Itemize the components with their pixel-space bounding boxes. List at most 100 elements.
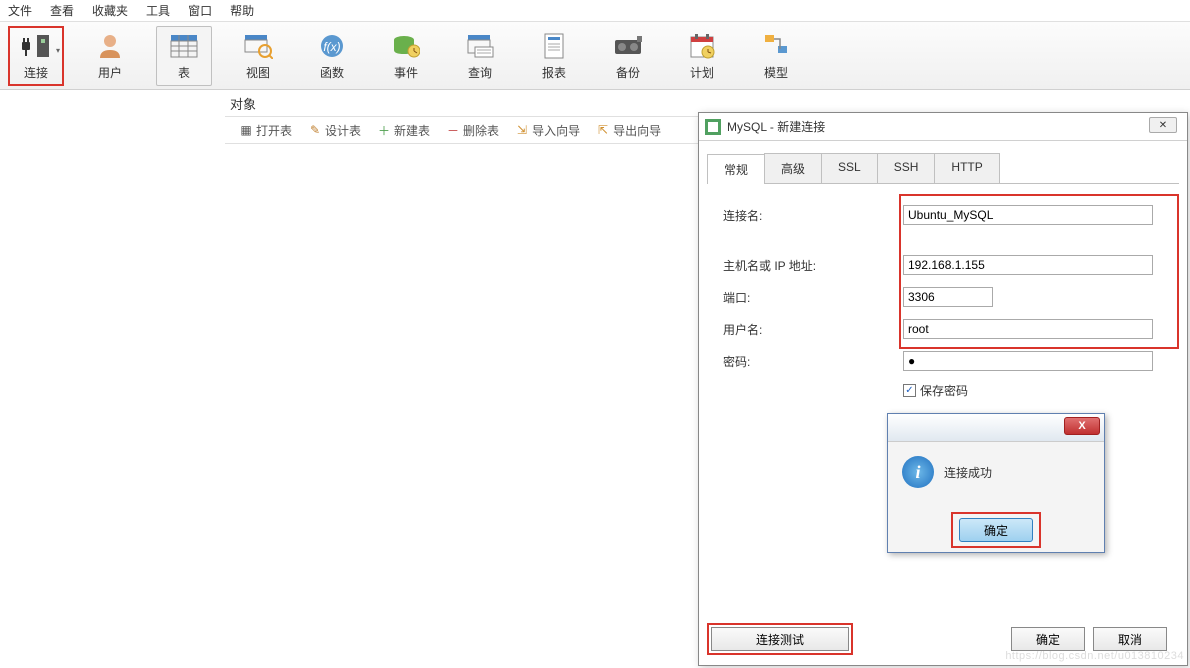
toolbar-user-label: 用户 — [98, 64, 122, 81]
objects-tab-label: 对象 — [230, 94, 256, 113]
subtool-design-table[interactable]: ✎设计表 — [302, 120, 367, 141]
toolbar-query-label: 查询 — [468, 64, 492, 81]
msgbox-text: 连接成功 — [944, 464, 992, 481]
label-host: 主机名或 IP 地址: — [723, 257, 903, 274]
subtool-label: 导入向导 — [532, 122, 580, 139]
toolbar-view[interactable]: 视图 — [230, 26, 286, 86]
plug-icon — [20, 30, 52, 62]
menu-favorites[interactable]: 收藏夹 — [92, 2, 128, 19]
input-port[interactable] — [903, 287, 993, 307]
label-password: 密码: — [723, 353, 903, 370]
delete-icon: － — [446, 123, 460, 137]
new-connection-dialog: MySQL - 新建连接 ✕ 常规 高级 SSL SSH HTTP 连接名: 主… — [698, 112, 1188, 666]
view-icon — [242, 30, 274, 62]
msgbox-footer: 确定 — [888, 508, 1104, 552]
label-port: 端口: — [723, 289, 903, 306]
toolbar-schedule-label: 计划 — [690, 64, 714, 81]
objects-tab[interactable]: 对象 — [220, 90, 266, 116]
tab-ssh[interactable]: SSH — [877, 153, 936, 183]
export-icon: ⇱ — [596, 123, 610, 137]
menu-view[interactable]: 查看 — [50, 2, 74, 19]
test-connection-button[interactable]: 连接测试 — [711, 627, 849, 651]
dialog-body: 常规 高级 SSL SSH HTTP 连接名: 主机名或 IP 地址: 端口: … — [707, 153, 1179, 409]
success-message-box: X i 连接成功 确定 — [887, 413, 1105, 553]
menu-file[interactable]: 文件 — [8, 2, 32, 19]
tab-advanced[interactable]: 高级 — [764, 153, 822, 183]
toolbar-function[interactable]: f(x) 函数 — [304, 26, 360, 86]
highlight-annotation: 确定 — [951, 512, 1041, 548]
main-toolbar: 连接 ▾ 用户 表 视图 f(x) 函数 事件 查询 — [0, 22, 1190, 90]
toolbar-report[interactable]: 报表 — [526, 26, 582, 86]
toolbar-schedule[interactable]: 计划 — [674, 26, 730, 86]
toolbar-event-label: 事件 — [394, 64, 418, 81]
toolbar-backup-label: 备份 — [616, 64, 640, 81]
toolbar-connect-label: 连接 — [24, 64, 48, 81]
mysql-icon — [705, 119, 721, 135]
subtool-export[interactable]: ⇱导出向导 — [590, 120, 667, 141]
toolbar-user[interactable]: 用户 — [82, 26, 138, 86]
table-icon — [168, 30, 200, 62]
chevron-down-icon: ▾ — [56, 46, 60, 55]
msgbox-body: i 连接成功 — [888, 442, 1104, 488]
toolbar-event[interactable]: 事件 — [378, 26, 434, 86]
function-icon: f(x) — [316, 30, 348, 62]
dialog-title-text: MySQL - 新建连接 — [727, 118, 825, 135]
toolbar-table[interactable]: 表 — [156, 26, 212, 86]
toolbar-model-label: 模型 — [764, 64, 788, 81]
info-icon: i — [902, 456, 934, 488]
toolbar-report-label: 报表 — [542, 64, 566, 81]
msgbox-ok-button[interactable]: 确定 — [959, 518, 1033, 542]
label-save-password: 保存密码 — [920, 382, 968, 399]
dialog-close-button[interactable]: ✕ — [1149, 117, 1177, 133]
tab-ssl[interactable]: SSL — [821, 153, 878, 183]
subtool-delete-table[interactable]: －删除表 — [440, 120, 505, 141]
tab-general[interactable]: 常规 — [707, 154, 765, 184]
toolbar-query[interactable]: 查询 — [452, 26, 508, 86]
highlight-annotation: 连接测试 — [707, 623, 853, 655]
menu-window[interactable]: 窗口 — [188, 2, 212, 19]
msgbox-titlebar: X — [888, 414, 1104, 442]
checkbox-save-password[interactable]: ✓ — [903, 384, 916, 397]
query-icon — [464, 30, 496, 62]
user-icon — [94, 30, 126, 62]
menu-tools[interactable]: 工具 — [146, 2, 170, 19]
dialog-titlebar: MySQL - 新建连接 ✕ — [699, 113, 1187, 141]
input-user[interactable] — [903, 319, 1153, 339]
watermark: https://blog.csdn.net/u013810234 — [1005, 650, 1184, 662]
subtool-import[interactable]: ⇲导入向导 — [509, 120, 586, 141]
form-area: 连接名: 主机名或 IP 地址: 端口: 用户名: 密码: ✓ 保存密码 — [707, 184, 1179, 409]
menubar: 文件 查看 收藏夹 工具 窗口 帮助 — [0, 0, 1190, 22]
subtool-new-table[interactable]: ＋新建表 — [371, 120, 436, 141]
msgbox-close-button[interactable]: X — [1064, 417, 1100, 435]
label-user: 用户名: — [723, 321, 903, 338]
event-icon — [390, 30, 422, 62]
input-password[interactable] — [903, 351, 1153, 371]
subtool-open-table[interactable]: ▦打开表 — [233, 120, 298, 141]
toolbar-connect[interactable]: 连接 ▾ — [8, 26, 64, 86]
dialog-tabs: 常规 高级 SSL SSH HTTP — [707, 153, 1179, 184]
subtool-label: 新建表 — [394, 122, 430, 139]
new-icon: ＋ — [377, 123, 391, 137]
schedule-icon — [686, 30, 718, 62]
report-icon — [538, 30, 570, 62]
toolbar-model[interactable]: 模型 — [748, 26, 804, 86]
menu-help[interactable]: 帮助 — [230, 2, 254, 19]
dialog-ok-button[interactable]: 确定 — [1011, 627, 1085, 651]
backup-icon — [612, 30, 644, 62]
dialog-cancel-button[interactable]: 取消 — [1093, 627, 1167, 651]
toolbar-backup[interactable]: 备份 — [600, 26, 656, 86]
open-table-icon: ▦ — [239, 123, 253, 137]
input-conn-name[interactable] — [903, 205, 1153, 225]
subtool-label: 打开表 — [256, 122, 292, 139]
toolbar-table-label: 表 — [178, 64, 190, 81]
subtool-label: 删除表 — [463, 122, 499, 139]
toolbar-view-label: 视图 — [246, 64, 270, 81]
toolbar-function-label: 函数 — [320, 64, 344, 81]
svg-text:f(x): f(x) — [323, 40, 340, 54]
import-icon: ⇲ — [515, 123, 529, 137]
label-conn-name: 连接名: — [723, 207, 903, 224]
model-icon — [760, 30, 792, 62]
subtool-label: 导出向导 — [613, 122, 661, 139]
input-host[interactable] — [903, 255, 1153, 275]
tab-http[interactable]: HTTP — [934, 153, 999, 183]
